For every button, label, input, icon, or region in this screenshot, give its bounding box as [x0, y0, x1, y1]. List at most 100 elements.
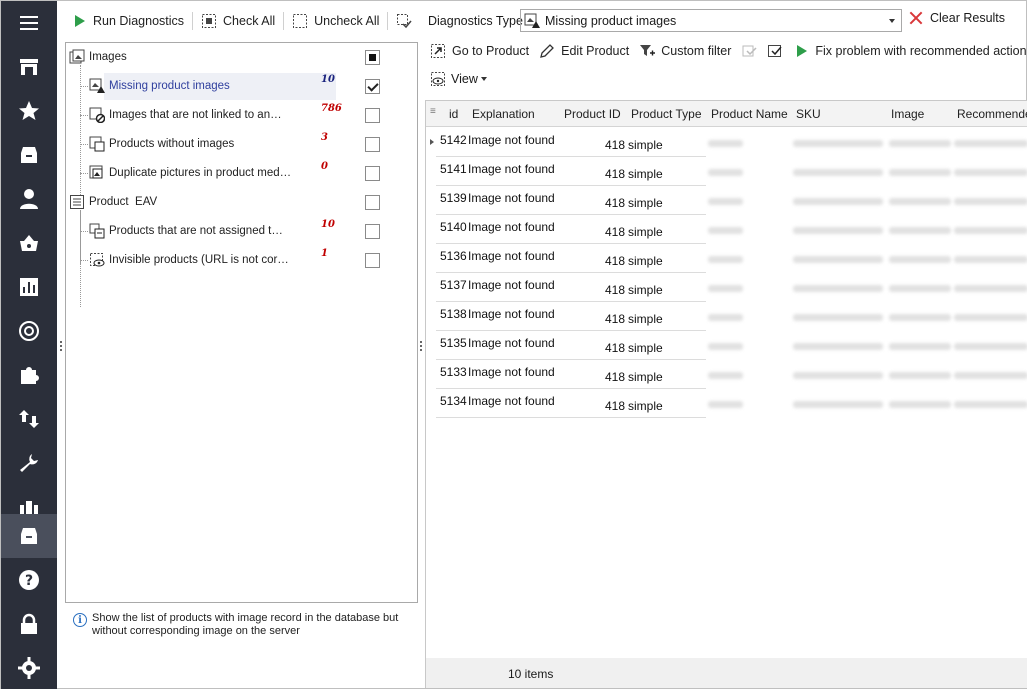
check-selected-button[interactable]: [390, 9, 418, 33]
cell-id: 5137: [440, 278, 467, 292]
duplicate-image-icon: [89, 165, 103, 179]
results-grid: ≡ id Explanation Product ID Product Type…: [425, 100, 1027, 688]
redacted-cell: [889, 285, 951, 292]
column-header[interactable]: Product Type: [631, 107, 702, 121]
tree-item-invisible-products[interactable]: Invisible products (URL is not cor… 1: [66, 246, 417, 275]
menu-icon[interactable]: [1, 1, 57, 45]
table-row[interactable]: 5136 Image not found 418 simple: [426, 244, 1027, 273]
item-checkbox[interactable]: [365, 253, 380, 268]
basket-icon[interactable]: [1, 221, 57, 265]
eav-group-checkbox[interactable]: [365, 195, 380, 210]
puzzle-icon[interactable]: [1, 353, 57, 397]
eye-icon: [431, 72, 445, 86]
table-row[interactable]: 5133 Image not found 418 simple: [426, 360, 1027, 389]
cell-product-id: 418: [605, 138, 626, 152]
item-checkbox[interactable]: [365, 224, 380, 239]
tree-group-product-eav[interactable]: Product EAV: [66, 188, 417, 217]
table-row[interactable]: 5138 Image not found 418 simple: [426, 302, 1027, 331]
uncheck-all-button[interactable]: Uncheck All: [286, 9, 385, 33]
table-row[interactable]: 5140 Image not found 418 simple: [426, 215, 1027, 244]
redacted-cell: [793, 343, 883, 350]
redacted-cell: [954, 314, 1027, 321]
chart-icon[interactable]: [1, 265, 57, 309]
splitter-handle[interactable]: [420, 341, 423, 353]
redacted-cell: [793, 169, 883, 176]
redacted-cell: [793, 140, 883, 147]
table-row[interactable]: 5139 Image not found 418 simple: [426, 186, 1027, 215]
wrench-icon[interactable]: [1, 441, 57, 485]
mark-resolved-button[interactable]: [762, 43, 788, 59]
lock-icon[interactable]: [1, 602, 57, 646]
check-all-button[interactable]: Check All: [195, 9, 281, 33]
cell-product-type: simple: [628, 312, 663, 326]
diagnostics-type-select[interactable]: Missing product images: [520, 9, 902, 32]
store-icon[interactable]: [1, 45, 57, 89]
toolbar-separator: [387, 12, 389, 30]
tree-guide-line: [80, 115, 88, 116]
item-checkbox[interactable]: [365, 166, 380, 181]
star-icon[interactable]: [1, 89, 57, 133]
redacted-cell: [708, 227, 743, 234]
tree-item-unlinked-images[interactable]: Images that are not linked to an… 786: [66, 101, 417, 130]
images-group-checkbox[interactable]: [365, 50, 380, 65]
cell-explanation: Image not found: [468, 394, 555, 408]
cell-id: 5142: [440, 133, 467, 147]
item-checkbox[interactable]: [365, 79, 380, 94]
images-group-icon: [69, 49, 85, 64]
diagnostics-type-label: Diagnostics Type: [428, 14, 523, 28]
item-checkbox[interactable]: [365, 108, 380, 123]
column-header[interactable]: SKU: [796, 107, 821, 121]
redacted-cell: [954, 256, 1027, 263]
archive-icon[interactable]: [1, 514, 57, 558]
user-icon[interactable]: [1, 177, 57, 221]
column-chooser-icon[interactable]: ≡: [430, 106, 436, 117]
help-icon[interactable]: ?: [1, 558, 57, 602]
cell-explanation: Image not found: [468, 133, 555, 147]
cell-product-id: 418: [605, 196, 626, 210]
invisible-product-icon: [90, 253, 105, 267]
tree-group-images[interactable]: Images: [66, 43, 417, 72]
table-row[interactable]: 5141 Image not found 418 simple: [426, 157, 1027, 186]
column-header[interactable]: Product ID: [564, 107, 621, 121]
redacted-cell: [708, 372, 743, 379]
cell-id: 5138: [440, 307, 467, 321]
item-checkbox[interactable]: [365, 137, 380, 152]
openai-icon[interactable]: [1, 309, 57, 353]
table-row[interactable]: 5135 Image not found 418 simple: [426, 331, 1027, 360]
cell-product-type: simple: [628, 254, 663, 268]
table-row[interactable]: 5137 Image not found 418 simple: [426, 273, 1027, 302]
tree-item-products-without-images[interactable]: Products without images 3: [66, 130, 417, 159]
cell-explanation: Image not found: [468, 365, 555, 379]
issue-count: 0: [321, 161, 328, 172]
cell-id: 5139: [440, 191, 467, 205]
redacted-cell: [708, 140, 743, 147]
edit-product-button[interactable]: Edit Product: [534, 43, 634, 59]
issue-count: 1: [321, 248, 328, 259]
box-icon[interactable]: [1, 133, 57, 177]
redacted-cell: [889, 372, 951, 379]
view-menu-button[interactable]: View: [430, 71, 487, 87]
splitter-handle[interactable]: [60, 341, 63, 353]
table-row[interactable]: 5142 Image not found 418 simple: [426, 128, 1027, 157]
issue-count: 3: [321, 132, 328, 143]
clear-results-button[interactable]: Clear Results: [909, 11, 1005, 25]
column-header[interactable]: id: [449, 107, 458, 121]
redacted-cell: [793, 198, 883, 205]
fix-problem-button[interactable]: Fix problem with recommended action: [788, 43, 1027, 59]
custom-filter-button[interactable]: Custom filter: [634, 43, 736, 59]
tree-item-duplicate-pictures[interactable]: Duplicate pictures in product med… 0: [66, 159, 417, 188]
mark-ignored-button[interactable]: [736, 43, 762, 59]
run-diagnostics-button[interactable]: Run Diagnostics: [65, 9, 190, 33]
settings-icon[interactable]: [1, 646, 57, 689]
column-header[interactable]: Recommende: [957, 107, 1027, 121]
tree-item-missing-product-images[interactable]: Missing product images 10: [66, 72, 417, 101]
column-header[interactable]: Explanation: [472, 107, 535, 121]
column-header[interactable]: Image: [891, 107, 924, 121]
column-header[interactable]: Product Name: [711, 107, 788, 121]
go-to-product-button[interactable]: Go to Product: [425, 43, 534, 59]
redacted-cell: [889, 314, 951, 321]
table-row[interactable]: 5134 Image not found 418 simple: [426, 389, 1027, 418]
transfer-icon[interactable]: [1, 397, 57, 441]
cell-product-type: simple: [628, 225, 663, 239]
tree-item-unassigned-products[interactable]: Products that are not assigned t… 10: [66, 217, 417, 246]
